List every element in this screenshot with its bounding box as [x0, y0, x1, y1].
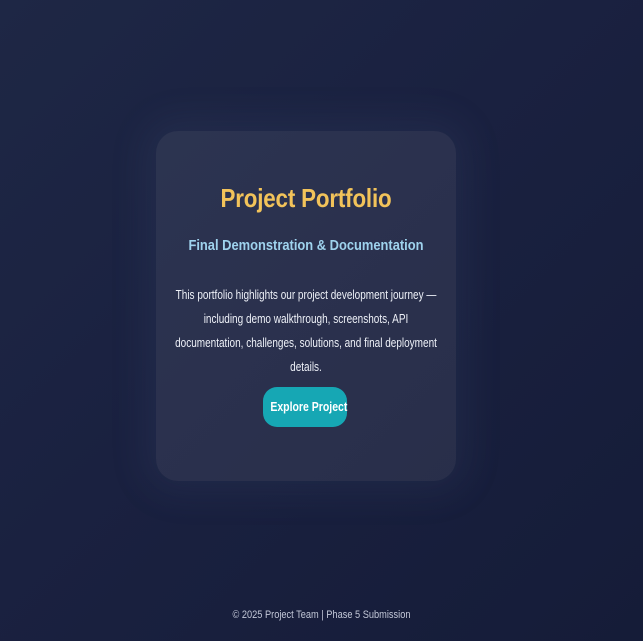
page-title: Project Portfolio: [220, 183, 392, 213]
hero-description: This portfolio highlights our project de…: [175, 288, 437, 374]
hero-card: Project Portfolio Final Demonstration & …: [156, 131, 456, 481]
footer-text: © 2025 Project Team | Phase 5 Submission: [232, 609, 411, 621]
page-subtitle: Final Demonstration & Documentation: [188, 237, 424, 254]
explore-project-label: Explore Project: [270, 400, 348, 414]
explore-project-button[interactable]: Explore Project: [263, 387, 347, 427]
